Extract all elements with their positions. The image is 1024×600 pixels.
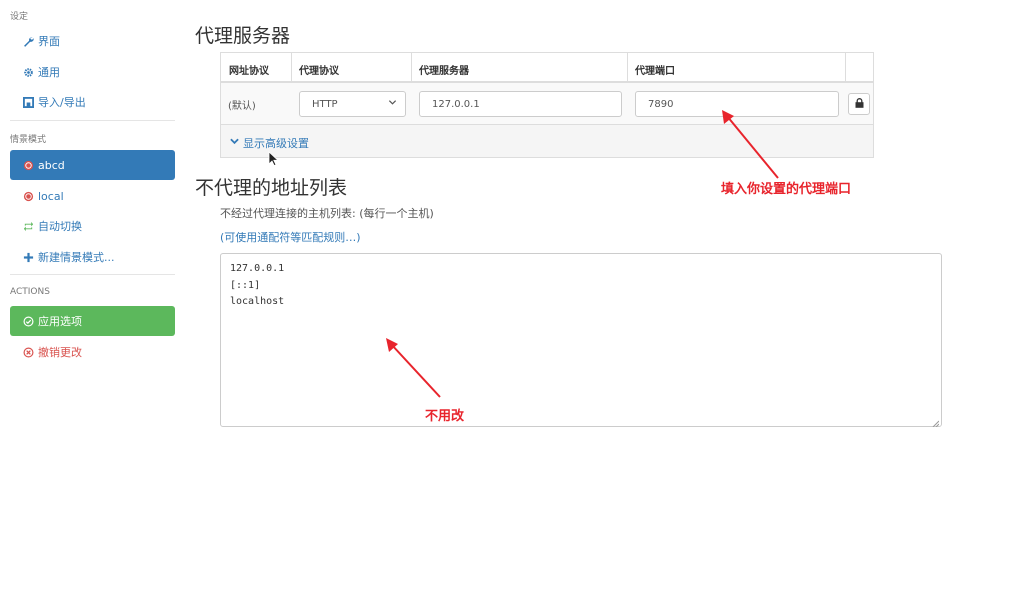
sidebar-item-interface[interactable]: 界面 <box>10 26 175 56</box>
gear-icon <box>22 66 35 79</box>
proxy-protocol-select[interactable]: HTTP <box>299 91 406 117</box>
proxy-port-input[interactable]: 7890 <box>635 91 839 117</box>
import-export-icon <box>22 96 35 109</box>
sidebar-item-import-export[interactable]: 导入/导出 <box>10 87 175 117</box>
lock-button[interactable] <box>848 93 870 115</box>
globe-icon <box>22 159 35 172</box>
port-annotation-note: 填入你设置的代理端口 <box>721 182 852 197</box>
settings-header: 设定 <box>10 12 29 22</box>
plus-icon <box>22 251 35 264</box>
wrench-icon <box>22 35 35 48</box>
sidebar-item-profile-abcd[interactable]: abcd <box>10 150 175 180</box>
revert-changes-label: 撤销更改 <box>38 346 82 359</box>
mouse-cursor-icon <box>268 151 280 167</box>
globe-icon <box>22 190 35 203</box>
table-row: (默认) HTTP 127.0.0.1 7890 <box>221 83 873 125</box>
table-header-row: 网址协议 代理协议 代理服务器 代理端口 <box>221 53 873 83</box>
proxy-server-value: 127.0.0.1 <box>432 98 480 110</box>
show-advanced-settings-label: 显示高级设置 <box>243 137 309 150</box>
revert-changes-button[interactable]: 撤销更改 <box>10 337 175 367</box>
column-header-server: 代理服务器 <box>419 66 469 77</box>
scheme-cell: (默认) <box>228 101 256 112</box>
bypass-list-description: 不经过代理连接的主机列表: (每行一个主机) <box>220 207 434 220</box>
sidebar-item-label: 自动切换 <box>38 220 82 233</box>
column-header-scheme: 网址协议 <box>229 66 269 77</box>
bypass-entry: [::1] <box>230 279 261 291</box>
column-header-protocol: 代理协议 <box>299 66 339 77</box>
actions-header: ACTIONS <box>10 287 50 297</box>
show-advanced-settings-link[interactable]: 显示高级设置 <box>230 135 309 151</box>
sidebar-item-auto-switch[interactable]: 自动切换 <box>10 211 175 241</box>
bypass-annotation-note: 不用改 <box>425 409 465 424</box>
sidebar-item-profile-local[interactable]: local <box>10 181 175 211</box>
check-circle-icon <box>22 315 35 328</box>
sidebar-item-label: 新建情景模式... <box>38 251 115 264</box>
sidebar-item-label: local <box>38 189 64 203</box>
bypass-entry: 127.0.0.1 <box>230 263 285 274</box>
chevron-down-icon <box>230 137 239 149</box>
bypass-list-textarea[interactable]: 127.0.0.1 [::1] localhost <box>220 253 942 428</box>
sidebar: 设定 界面 通用 导入/导出 情景模式 abcd local 自动切换 新建情景… <box>0 0 185 600</box>
sidebar-item-new-profile[interactable]: 新建情景模式... <box>10 242 175 272</box>
apply-options-button[interactable]: 应用选项 <box>10 306 175 336</box>
proxy-servers-title: 代理服务器 <box>195 25 291 47</box>
resize-handle-icon[interactable] <box>932 417 940 428</box>
proxy-protocol-value: HTTP <box>312 98 338 110</box>
sidebar-item-label: 通用 <box>38 66 60 79</box>
profiles-header: 情景模式 <box>10 135 47 145</box>
sidebar-divider <box>10 120 175 121</box>
lock-icon <box>855 97 864 111</box>
bypass-entry: localhost <box>230 296 285 307</box>
sidebar-item-label: 界面 <box>38 35 60 48</box>
column-header-port: 代理端口 <box>635 66 675 77</box>
sidebar-divider <box>10 274 175 275</box>
wildcard-rules-link[interactable]: (可使用通配符等匹配规则…) <box>220 229 361 245</box>
sidebar-item-label: 导入/导出 <box>38 96 86 109</box>
proxy-servers-table: 网址协议 代理协议 代理服务器 代理端口 (默认) HTTP 127.0.0.1… <box>220 52 874 158</box>
apply-options-label: 应用选项 <box>38 315 82 328</box>
close-circle-icon <box>22 346 35 359</box>
table-footer: 显示高级设置 <box>221 125 873 157</box>
sidebar-item-general[interactable]: 通用 <box>10 57 175 87</box>
switch-icon <box>22 220 35 233</box>
proxy-server-input[interactable]: 127.0.0.1 <box>419 91 622 117</box>
chevron-down-icon <box>388 98 397 110</box>
sidebar-item-label: abcd <box>38 158 65 172</box>
bypass-list-title: 不代理的地址列表 <box>195 177 348 199</box>
proxy-port-value: 7890 <box>648 98 674 110</box>
